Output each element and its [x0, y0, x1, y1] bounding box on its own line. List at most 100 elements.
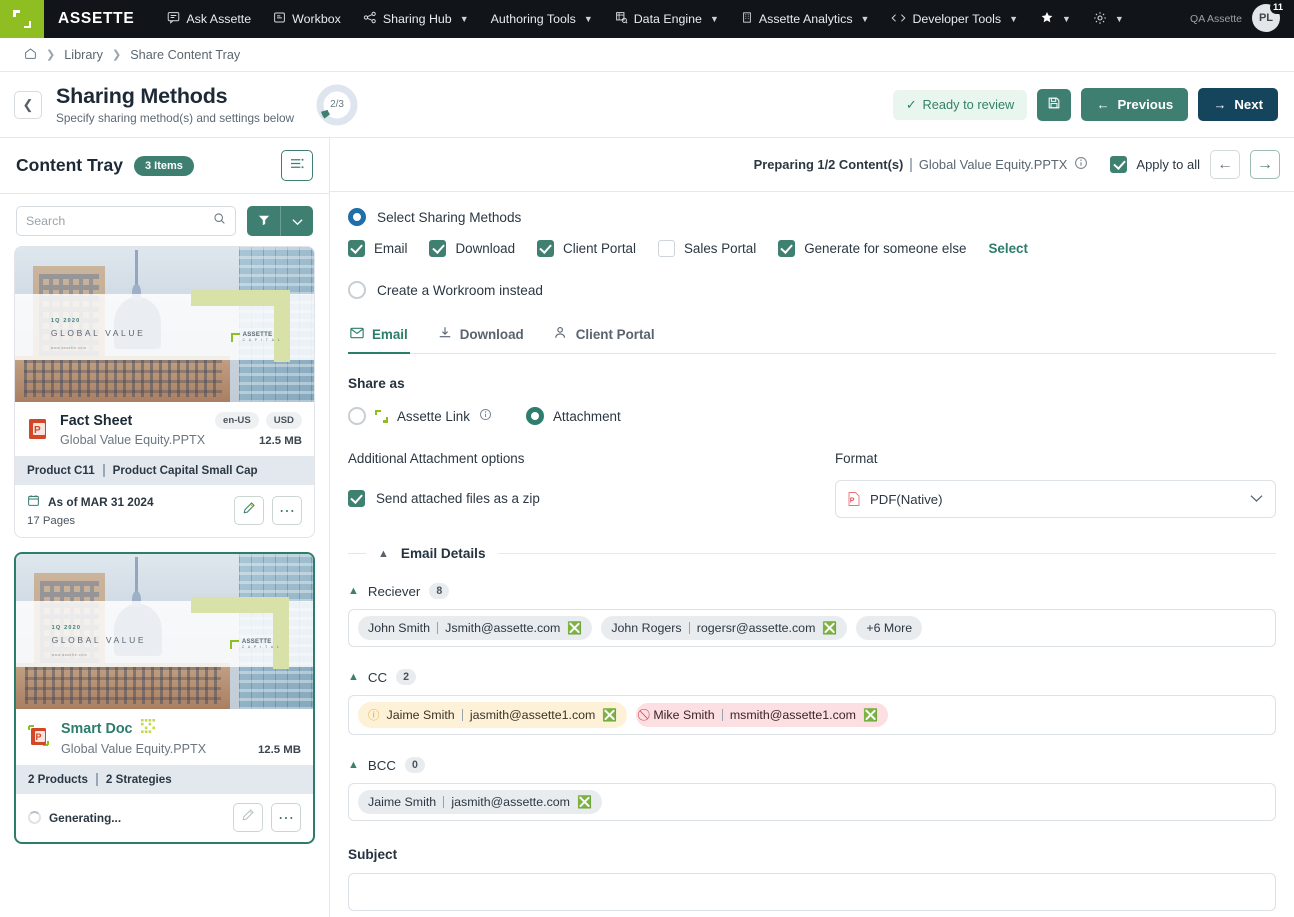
- nav-authoring-tools[interactable]: Authoring Tools ▼: [480, 0, 604, 38]
- search-icon[interactable]: [213, 212, 226, 230]
- apply-to-all-control[interactable]: Apply to all: [1110, 156, 1200, 173]
- cc-chip-input[interactable]: ⓘ Jaime Smith jasmith@assette1.com ❎ ⃠ M…: [348, 695, 1276, 735]
- filter-button[interactable]: [247, 206, 280, 236]
- method-label: Email: [374, 241, 408, 256]
- tab-client-portal[interactable]: Client Portal: [552, 317, 657, 354]
- method-sales-portal-checkbox[interactable]: [657, 240, 675, 257]
- chevron-up-icon[interactable]: ▲: [378, 548, 389, 560]
- chevron-up-icon[interactable]: ▲: [348, 671, 359, 683]
- method-sales-portal[interactable]: Sales Portal: [657, 240, 756, 257]
- nav-sharing-hub[interactable]: Sharing Hub ▼: [352, 0, 480, 38]
- chip-remove-icon[interactable]: ❎: [822, 621, 837, 635]
- nav-settings[interactable]: ▼: [1082, 0, 1135, 38]
- card-more-button[interactable]: ⋯: [271, 803, 301, 832]
- more-recipients-chip[interactable]: +6 More: [856, 616, 923, 640]
- preparing-filename: Global Value Equity.PPTX: [918, 157, 1068, 172]
- nav-developer-tools[interactable]: Developer Tools ▼: [880, 0, 1029, 38]
- share-as-attachment[interactable]: Attachment: [525, 407, 621, 425]
- method-generate-for-someone-else[interactable]: Generate for someone else: [778, 240, 966, 257]
- avatar-wrapper[interactable]: PL 11: [1252, 1, 1286, 34]
- chip-remove-icon[interactable]: ❎: [863, 708, 878, 722]
- content-cards-list: 1Q 2020 GLOBAL VALUE www.assette.com ASS…: [0, 246, 329, 917]
- info-icon[interactable]: [479, 408, 492, 424]
- chip-remove-icon[interactable]: ❎: [567, 621, 582, 635]
- section-rule-left: [348, 553, 366, 554]
- chat-icon: [167, 11, 180, 27]
- attachment-options-column: Additional Attachment options Send attac…: [348, 451, 835, 518]
- chip-email: rogersr@assette.com: [696, 621, 816, 635]
- chip-remove-icon[interactable]: ❎: [577, 795, 592, 809]
- recipient-chip[interactable]: Jaime Smith jasmith@assette.com ❎: [358, 790, 602, 814]
- content-card-fact-sheet[interactable]: 1Q 2020 GLOBAL VALUE www.assette.com ASS…: [14, 246, 315, 538]
- receiver-chip-input[interactable]: John Smith Jsmith@assette.com ❎ John Rog…: [348, 609, 1276, 647]
- breadcrumb-library[interactable]: Library: [64, 48, 103, 62]
- nav-data-engine[interactable]: Data Engine ▼: [604, 0, 730, 38]
- method-client-portal[interactable]: Client Portal: [537, 240, 636, 257]
- method-email-checkbox[interactable]: [348, 240, 365, 257]
- chip-name: John Smith: [368, 621, 430, 635]
- chevron-up-icon[interactable]: ▲: [348, 585, 359, 597]
- next-content-button[interactable]: →: [1250, 150, 1280, 179]
- nav-workbox[interactable]: Workbox: [262, 0, 352, 38]
- recipient-chip-error[interactable]: ⃠ Mike Smith msmith@assette1.com ❎: [636, 703, 888, 727]
- tab-download[interactable]: Download: [436, 317, 526, 354]
- share-as-assette-link[interactable]: Assette Link: [348, 407, 492, 425]
- card-more-button[interactable]: ⋯: [272, 496, 302, 525]
- nav-assette-analytics[interactable]: Assette Analytics ▼: [730, 0, 881, 38]
- assette-link-radio[interactable]: [348, 407, 366, 425]
- recipient-chip[interactable]: John Smith Jsmith@assette.com ❎: [358, 616, 593, 640]
- recipient-chip[interactable]: John Rogers rogersr@assette.com ❎: [601, 616, 848, 640]
- method-email[interactable]: Email: [348, 240, 407, 257]
- info-icon[interactable]: [1074, 156, 1088, 173]
- chip-remove-icon[interactable]: ❎: [602, 708, 617, 722]
- assette-logo[interactable]: [0, 0, 44, 38]
- logo-mark-icon: [13, 10, 31, 28]
- bcc-chip-input[interactable]: Jaime Smith jasmith@assette.com ❎: [348, 783, 1276, 821]
- method-download-checkbox[interactable]: [429, 240, 447, 257]
- method-client-portal-checkbox[interactable]: [537, 240, 555, 257]
- card-title-row: Smart Doc: [61, 719, 301, 738]
- card-thumbnail: 1Q 2020 GLOBAL VALUE www.assette.com ASS…: [16, 554, 313, 709]
- filter-dropdown-button[interactable]: [280, 206, 313, 236]
- previous-button[interactable]: ← Previous: [1081, 88, 1189, 121]
- save-button[interactable]: [1037, 88, 1072, 121]
- send-as-zip-checkbox[interactable]: [348, 490, 365, 507]
- previous-content-button[interactable]: ←: [1210, 150, 1240, 179]
- select-sharing-methods-radio[interactable]: [348, 208, 366, 226]
- card-info: Smart Doc Global Value Equity.PPTX 12.5 …: [61, 719, 301, 756]
- recipient-chip-warning[interactable]: ⓘ Jaime Smith jasmith@assette1.com ❎: [358, 702, 628, 728]
- search-box[interactable]: [16, 206, 236, 236]
- nav-ask-assette[interactable]: Ask Assette: [156, 0, 262, 38]
- breadcrumb-share-content-tray[interactable]: Share Content Tray: [130, 48, 240, 62]
- chevron-up-icon[interactable]: ▲: [348, 759, 359, 771]
- create-workroom-row[interactable]: Create a Workroom instead: [348, 257, 1276, 299]
- assette-link-icon: [375, 409, 388, 423]
- select-recipient-link[interactable]: Select: [988, 241, 1027, 256]
- edit-pen-icon: [241, 808, 255, 827]
- search-input[interactable]: [26, 214, 213, 228]
- breadcrumb-separator: ❯: [46, 49, 56, 61]
- tab-email[interactable]: Email: [348, 317, 410, 354]
- method-download[interactable]: Download: [429, 240, 515, 257]
- list-settings-button[interactable]: [281, 150, 313, 181]
- format-select[interactable]: P PDF(Native): [835, 480, 1276, 518]
- chevron-left-icon: ❮: [22, 96, 34, 112]
- create-workroom-radio[interactable]: [348, 281, 366, 299]
- apply-to-all-checkbox[interactable]: [1110, 156, 1128, 173]
- card-title: Smart Doc: [61, 720, 133, 737]
- method-generate-checkbox[interactable]: [778, 240, 796, 257]
- nav-favorites[interactable]: ▼: [1029, 0, 1082, 38]
- breadcrumb: ❯ Library ❯ Share Content Tray: [0, 38, 1294, 72]
- next-button[interactable]: → Next: [1198, 88, 1278, 121]
- home-icon[interactable]: [24, 47, 37, 63]
- attachment-radio[interactable]: [525, 407, 544, 425]
- card-date: As of MAR 31 2024: [48, 495, 154, 509]
- back-button[interactable]: ❮: [14, 90, 42, 119]
- powerpoint-icon: P: [27, 416, 51, 442]
- content-card-smart-doc[interactable]: 1Q 2020 GLOBAL VALUE www.assette.com ASS…: [14, 552, 315, 844]
- card-edit-button[interactable]: [234, 496, 264, 525]
- send-as-zip-row[interactable]: Send attached files as a zip: [348, 490, 835, 507]
- select-sharing-methods-row[interactable]: Select Sharing Methods: [348, 192, 1276, 226]
- subject-input[interactable]: [348, 873, 1276, 911]
- card-edit-button[interactable]: [233, 803, 263, 832]
